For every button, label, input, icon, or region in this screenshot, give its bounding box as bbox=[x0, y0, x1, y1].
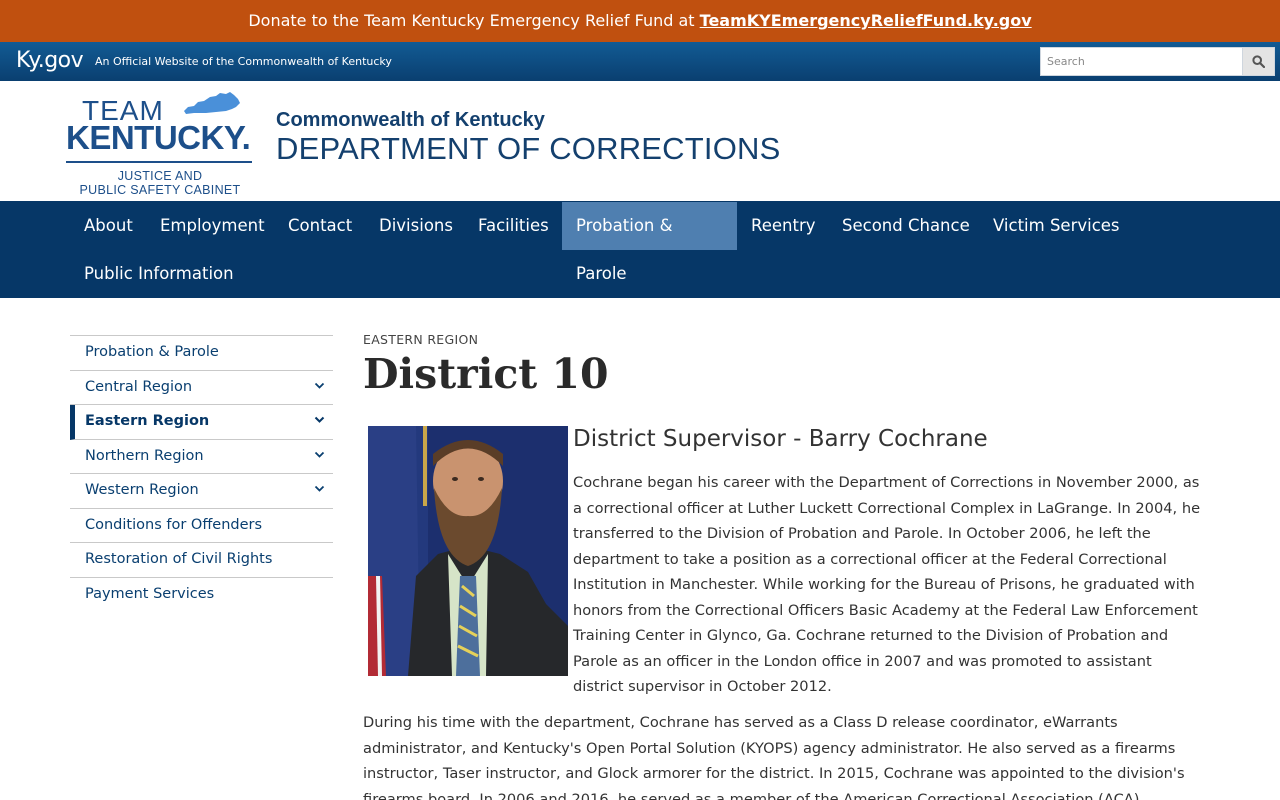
kygov-logo[interactable]: Ky.gov bbox=[16, 48, 84, 73]
sidebar-item-western-region[interactable]: Western Region bbox=[70, 474, 333, 509]
sidebar-item-central-region[interactable]: Central Region bbox=[70, 371, 333, 405]
nav-item-facilities[interactable]: Facilities bbox=[464, 202, 563, 250]
region-eyebrow: EASTERN REGION bbox=[363, 332, 479, 347]
search-box bbox=[1040, 47, 1275, 76]
sidebar-item-label: Northern Region bbox=[85, 447, 204, 464]
nav-item-contact[interactable]: Contact bbox=[274, 202, 366, 250]
main-navigation: About Employment Contact Divisions Facil… bbox=[0, 201, 1280, 298]
sidebar-item-label: Payment Services bbox=[85, 585, 215, 602]
sidebar-item-eastern-region[interactable]: Eastern Region bbox=[70, 405, 333, 440]
logo-divider bbox=[66, 161, 252, 163]
supervisor-portrait-image bbox=[368, 426, 568, 676]
donate-alert-text: Donate to the Team Kentucky Emergency Re… bbox=[248, 11, 700, 30]
site-header: TEAM KENTUCKY. JUSTICE AND PUBLIC SAFETY… bbox=[0, 81, 1280, 201]
sidebar-item-restoration-of-civil-rights[interactable]: Restoration of Civil Rights bbox=[70, 543, 333, 578]
nav-item-employment[interactable]: Employment bbox=[146, 202, 279, 250]
sidebar-item-conditions-for-offenders[interactable]: Conditions for Offenders bbox=[70, 509, 333, 543]
sidebar-item-probation-parole[interactable]: Probation & Parole bbox=[70, 336, 333, 371]
kygov-top-bar: Ky.gov An Official Website of the Common… bbox=[0, 42, 1280, 81]
page-title: District 10 bbox=[363, 350, 609, 398]
site-title[interactable]: DEPARTMENT OF CORRECTIONS bbox=[276, 131, 780, 167]
search-icon bbox=[1252, 55, 1265, 68]
nav-item-public-information[interactable]: Public Information bbox=[70, 250, 248, 298]
sidebar-item-northern-region[interactable]: Northern Region bbox=[70, 440, 333, 474]
supervisor-bio-paragraph-2: During his time with the department, Coc… bbox=[363, 714, 1185, 800]
search-input[interactable] bbox=[1040, 47, 1243, 76]
chevron-down-icon[interactable] bbox=[314, 416, 325, 424]
search-button[interactable] bbox=[1243, 47, 1275, 76]
sidebar-item-label: Central Region bbox=[85, 378, 193, 395]
team-kentucky-logo[interactable]: TEAM KENTUCKY. JUSTICE AND PUBLIC SAFETY… bbox=[62, 89, 262, 199]
kentucky-state-icon bbox=[184, 92, 240, 114]
supervisor-bio-paragraph-1: Cochrane began his career with the Depar… bbox=[573, 474, 1201, 695]
sidebar-item-label: Eastern Region bbox=[85, 413, 210, 429]
nav-item-about[interactable]: About bbox=[70, 202, 147, 250]
nav-item-victim-services[interactable]: Victim Services bbox=[979, 202, 1134, 250]
nav-item-probation-parole[interactable]: Probation & Parole bbox=[562, 202, 737, 283]
sidebar-item-label: Restoration of Civil Rights bbox=[85, 551, 273, 567]
nav-item-second-chance[interactable]: Second Chance bbox=[828, 202, 984, 250]
donate-link[interactable]: TeamKYEmergencyReliefFund.ky.gov bbox=[700, 11, 1032, 30]
donate-alert-bar: Donate to the Team Kentucky Emergency Re… bbox=[0, 0, 1280, 42]
supervisor-photo bbox=[368, 426, 568, 676]
chevron-down-icon[interactable] bbox=[314, 382, 325, 390]
supervisor-heading: District Supervisor - Barry Cochrane bbox=[573, 426, 988, 452]
chevron-down-icon[interactable] bbox=[314, 451, 325, 459]
chevron-down-icon[interactable] bbox=[314, 485, 325, 493]
sidebar-item-label: Probation & Parole bbox=[85, 344, 219, 360]
logo-kentucky-text: KENTUCKY. bbox=[66, 119, 251, 156]
site-subtitle: Commonwealth of Kentucky bbox=[276, 109, 545, 131]
sidebar-item-label: Western Region bbox=[85, 482, 199, 498]
sidebar-item-payment-services[interactable]: Payment Services bbox=[70, 578, 333, 613]
sidebar-item-label: Conditions for Offenders bbox=[85, 516, 263, 533]
nav-item-reentry[interactable]: Reentry bbox=[737, 202, 830, 250]
sidebar-navigation: Probation & Parole Central Region Easter… bbox=[70, 335, 333, 612]
nav-item-divisions[interactable]: Divisions bbox=[365, 202, 467, 250]
logo-cabinet-line-2: PUBLIC SAFETY CABINET bbox=[79, 183, 241, 197]
logo-cabinet-line-1: JUSTICE AND bbox=[117, 169, 203, 183]
kygov-tagline: An Official Website of the Commonwealth … bbox=[95, 55, 392, 68]
